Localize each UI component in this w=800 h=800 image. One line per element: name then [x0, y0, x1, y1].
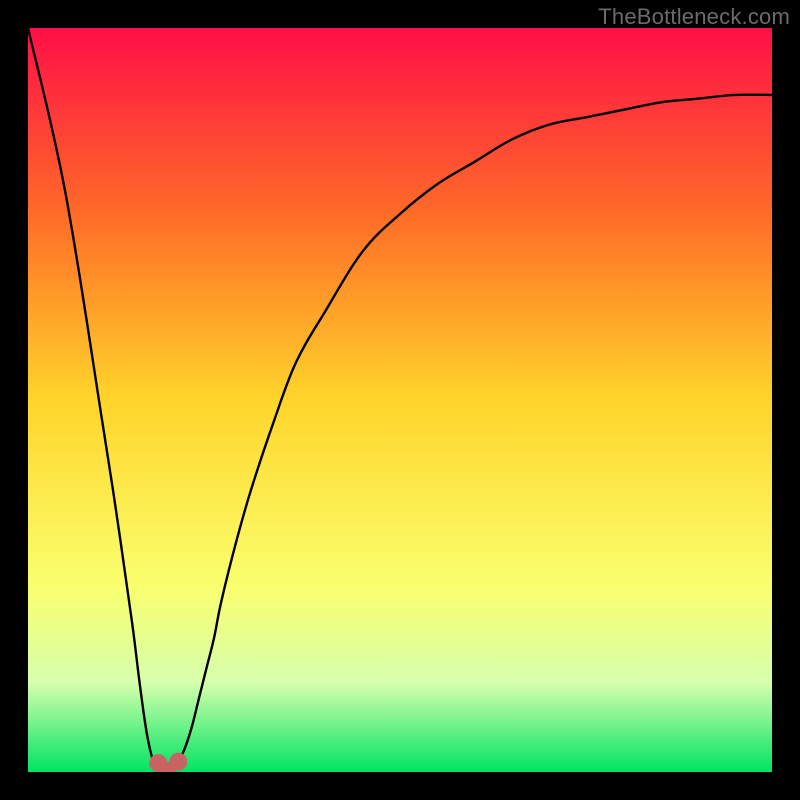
gradient-background [28, 28, 772, 772]
cusp-marker [169, 753, 187, 771]
plot-area [28, 28, 772, 772]
watermark-text: TheBottleneck.com [598, 4, 790, 30]
chart-frame: TheBottleneck.com [0, 0, 800, 800]
chart-svg [28, 28, 772, 772]
